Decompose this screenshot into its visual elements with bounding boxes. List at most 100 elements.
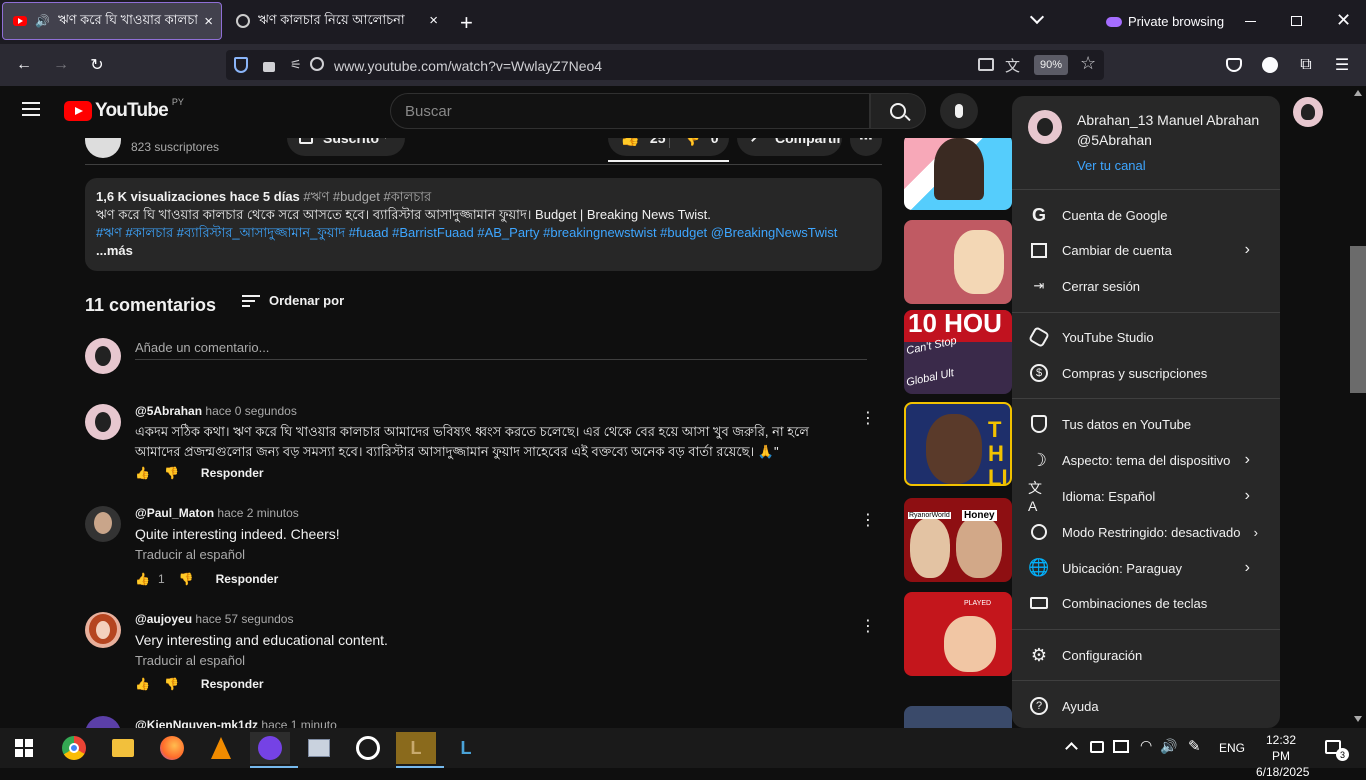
thumbs-down-icon[interactable]: 👎 — [164, 466, 179, 480]
menu-item-restricted-mode[interactable]: Modo Restringido: desactivado› — [1012, 514, 1280, 550]
view-channel-link[interactable]: Ver tu canal — [1077, 158, 1146, 173]
video-thumbnail[interactable] — [904, 706, 1012, 728]
description-more-link[interactable]: ...más — [96, 242, 871, 260]
comment-author[interactable]: @5Abrahan — [135, 404, 202, 418]
thumbs-up-icon[interactable]: 👍 — [135, 572, 150, 586]
commenter-avatar[interactable] — [85, 612, 121, 648]
search-button[interactable] — [870, 93, 926, 129]
video-thumbnail[interactable]: PLAYED — [904, 592, 1012, 676]
comment-author[interactable]: @aujoyeu — [135, 612, 192, 626]
video-thumbnail[interactable]: 10 HOU Can't Stop Global Ult — [904, 310, 1012, 394]
scroll-up-arrow-icon[interactable] — [1354, 90, 1362, 96]
meet-now-icon[interactable] — [1090, 741, 1104, 753]
reply-button[interactable]: Responder — [216, 572, 279, 586]
comment-time[interactable]: hace 1 minuto — [261, 718, 336, 728]
forward-arrow-icon[interactable]: → — [50, 54, 72, 76]
close-tab-icon[interactable]: × — [429, 12, 438, 29]
menu-item-keyboard-shortcuts[interactable]: Combinaciones de teclas — [1012, 585, 1280, 621]
url-text[interactable]: www.youtube.com/watch?v=WwlayZ7Neo4 — [334, 58, 602, 74]
scrollbar-thumb[interactable] — [1350, 246, 1366, 393]
sort-comments-button[interactable]: Ordenar por — [242, 293, 344, 308]
league-launcher-icon[interactable]: L — [446, 732, 486, 764]
search-input[interactable]: Buscar — [390, 93, 870, 129]
thumbs-down-icon[interactable]: 👎 — [164, 677, 179, 691]
more-actions-button[interactable]: ⋯ — [850, 138, 882, 156]
comment-time[interactable]: hace 57 segundos — [195, 612, 293, 626]
menu-item-youtube-studio[interactable]: YouTube Studio — [1012, 319, 1280, 355]
translate-link[interactable]: Traducir al español — [135, 653, 245, 668]
url-bar[interactable]: ⚟ www.youtube.com/watch?v=WwlayZ7Neo4 文 … — [226, 50, 1104, 80]
menu-item-purchases[interactable]: $Compras y suscripciones — [1012, 355, 1280, 391]
comment-author[interactable]: @Paul_Maton — [135, 506, 214, 520]
firefox-icon[interactable] — [152, 732, 192, 764]
app-window-icon[interactable] — [299, 732, 339, 764]
comment-menu-icon[interactable]: ⋮ — [860, 510, 876, 530]
bookmark-star-icon[interactable]: ☆ — [1080, 53, 1096, 74]
scroll-down-arrow-icon[interactable] — [1354, 716, 1362, 722]
video-thumbnail[interactable]: Honey RyanorWorld — [904, 498, 1012, 582]
windows-start-icon[interactable] — [4, 732, 44, 764]
chat-app-icon[interactable] — [348, 732, 388, 764]
commenter-avatar[interactable] — [85, 506, 121, 542]
translate-page-icon[interactable]: 文 — [1005, 55, 1020, 76]
video-thumbnail[interactable] — [904, 220, 1012, 304]
league-client-icon[interactable]: L — [396, 732, 436, 764]
translate-link[interactable]: Traducir al español — [135, 547, 245, 562]
tab-2[interactable]: ঋণ কালচার নিয়ে আলোচনা × — [226, 2, 446, 40]
comment-time[interactable]: hace 2 minutos — [217, 506, 298, 520]
close-tab-icon[interactable]: × — [204, 13, 213, 30]
firefox-private-icon[interactable] — [250, 732, 290, 764]
lock-icon[interactable] — [263, 62, 275, 72]
menu-item-settings[interactable]: ⚙Configuración — [1012, 637, 1280, 673]
comment-menu-icon[interactable]: ⋮ — [860, 408, 876, 428]
video-thumbnail[interactable] — [904, 138, 1012, 210]
menu-item-google-account[interactable]: GCuenta de Google — [1012, 197, 1280, 233]
subscribed-button[interactable]: Suscrito — [287, 138, 405, 156]
taskbar-clock[interactable]: 12:32 PM 6/18/2025 — [1256, 732, 1306, 780]
menu-item-your-data[interactable]: Tus datos en YouTube — [1012, 406, 1280, 442]
dislike-button[interactable]: 👎 0 — [682, 138, 718, 156]
video-description[interactable]: 1,6 K visualizaciones hace 5 días #ঋণ #b… — [85, 178, 882, 271]
menu-item-sign-out[interactable]: ⇥Cerrar sesión — [1012, 268, 1280, 304]
thumbs-up-icon[interactable]: 👍 — [135, 466, 150, 480]
new-tab-button[interactable]: + — [460, 10, 473, 36]
reply-button[interactable]: Responder — [201, 677, 264, 691]
description-hashtags[interactable]: #ঋণ #কালচার #ব্যারিস্টার_আসাদুজ্জামান_ফু… — [96, 224, 871, 242]
input-language[interactable]: ENG — [1219, 741, 1245, 755]
menu-item-location[interactable]: 🌐Ubicación: Paraguay› — [1012, 550, 1280, 586]
maximize-button[interactable] — [1291, 16, 1302, 26]
close-window-button[interactable]: ✕ — [1336, 10, 1351, 31]
commenter-avatar[interactable] — [85, 404, 121, 440]
wifi-icon[interactable]: ◠ — [1140, 737, 1152, 754]
thumbs-up-icon[interactable]: 👍 — [135, 677, 150, 691]
volume-icon[interactable]: 🔊 — [1160, 738, 1177, 755]
youtube-logo[interactable]: YouTube PY — [64, 100, 184, 122]
speaker-icon[interactable]: 🔊 — [35, 14, 50, 28]
tracking-blocked-icon[interactable] — [310, 57, 324, 71]
list-tabs-chevron-icon[interactable] — [1030, 10, 1044, 24]
permissions-icon[interactable]: ⚟ — [290, 57, 302, 73]
comment-time[interactable]: hace 0 segundos — [205, 404, 296, 418]
commenter-avatar[interactable] — [85, 716, 121, 728]
like-button[interactable]: 👍 25 — [620, 138, 666, 156]
vlc-icon[interactable] — [201, 732, 241, 764]
guide-menu-icon[interactable] — [22, 102, 40, 116]
zoom-level[interactable]: 90% — [1034, 55, 1068, 75]
pen-icon[interactable]: ✎ — [1188, 737, 1201, 755]
shield-icon[interactable] — [234, 57, 248, 73]
video-thumbnail[interactable]: TH LI — [904, 402, 1012, 486]
chrome-icon[interactable] — [54, 732, 94, 764]
show-hidden-icons-chevron-icon[interactable] — [1065, 742, 1078, 755]
channel-avatar[interactable] — [85, 138, 121, 158]
thumbs-down-icon[interactable]: 👎 — [179, 572, 194, 586]
menu-item-language[interactable]: 文AIdioma: Español› — [1012, 478, 1280, 514]
menu-item-help[interactable]: ?Ayuda — [1012, 688, 1280, 724]
app-menu-icon[interactable]: ☰ — [1331, 54, 1353, 76]
picture-in-picture-icon[interactable] — [978, 58, 994, 71]
pocket-icon[interactable] — [1223, 54, 1245, 76]
file-explorer-icon[interactable] — [103, 732, 143, 764]
menu-item-appearance[interactable]: ☽Aspecto: tema del dispositivo› — [1012, 442, 1280, 478]
reply-button[interactable]: Responder — [201, 466, 264, 480]
menu-item-switch-account[interactable]: Cambiar de cuenta› — [1012, 232, 1280, 268]
display-icon[interactable] — [1113, 740, 1129, 753]
